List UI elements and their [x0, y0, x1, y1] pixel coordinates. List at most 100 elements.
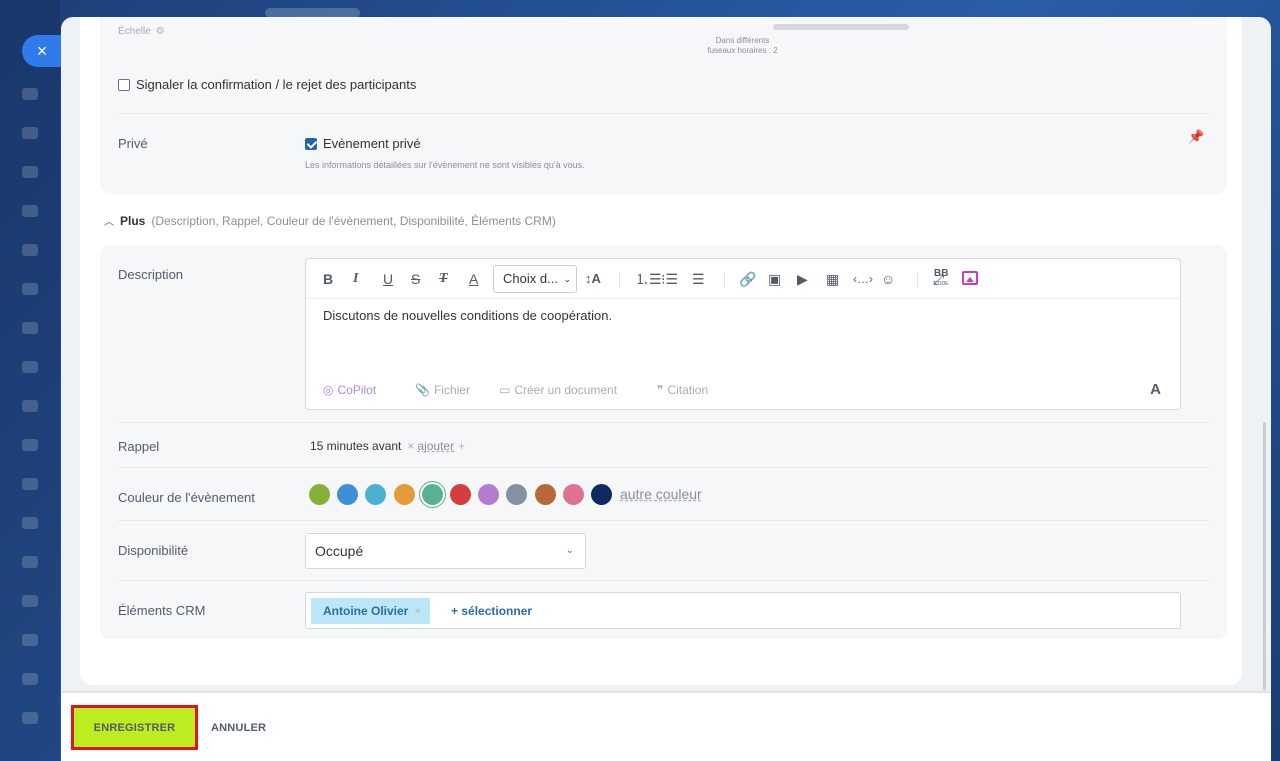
description-editor: B I U S T A Choix d... ⌄ ↕A ⒈☰ ⁝☰ ☰ 🔗 ▣ … [305, 258, 1181, 410]
chevron-up-icon: ︿ [104, 217, 114, 228]
color-swatch[interactable] [562, 484, 584, 505]
color-swatch[interactable] [478, 484, 500, 505]
font-select[interactable]: Choix d... ⌄ [493, 265, 577, 293]
settings-section: Échelle ⚙ Dans différents fuseaux horair… [100, 17, 1227, 194]
plus-icon[interactable]: + [458, 439, 465, 453]
checkbox-icon[interactable] [118, 79, 130, 91]
chevron-down-icon: ⌄ [565, 545, 574, 556]
underline-button[interactable]: U [383, 269, 393, 289]
scrollbar[interactable] [1263, 422, 1266, 690]
divider [118, 520, 1209, 521]
quote-label: Citation [667, 383, 709, 397]
reminder-text: 15 minutes avant [310, 439, 402, 453]
strikethrough-button[interactable]: S [411, 269, 420, 289]
notify-participants-checkbox[interactable]: Signaler la confirmation / le rejet des … [118, 77, 416, 92]
bold-button[interactable]: B [323, 269, 333, 289]
quote-button[interactable]: ❞ Citation [657, 383, 708, 397]
reminder-label: Rappel [118, 439, 160, 454]
bullet-list-icon[interactable]: ⁝☰ [661, 269, 678, 289]
divider [118, 422, 1209, 423]
scale-label-text: Échelle [118, 26, 151, 37]
create-document-button[interactable]: ▭ Créer un document [499, 383, 617, 397]
remove-tag-icon[interactable]: × [414, 604, 421, 618]
copilot-button[interactable]: ◎ CoPilot [323, 383, 376, 397]
table-icon[interactable]: ▦ [826, 269, 839, 289]
color-swatch[interactable] [450, 484, 471, 505]
copilot-label: CoPilot [337, 383, 377, 397]
color-swatch[interactable] [393, 484, 415, 505]
text-color-button[interactable]: A [469, 269, 478, 289]
private-hint: Les informations détaillées sur l'évènem… [305, 160, 585, 170]
file-label: Fichier [433, 383, 470, 397]
code-icon[interactable]: ‹…› [853, 269, 873, 289]
bbcode-label: BB [934, 268, 949, 279]
font-select-value: Choix d... [503, 271, 558, 286]
color-swatch[interactable] [337, 484, 359, 505]
private-event-checkbox[interactable]: Evènement privé [305, 136, 421, 151]
availability-label: Disponibilité [118, 543, 189, 558]
chevron-down-icon: ⌄ [563, 274, 571, 284]
timezone-note-line1: Dans différents [715, 36, 770, 45]
font-size-button[interactable]: ↕A [585, 269, 601, 289]
remove-reminder-icon[interactable]: × [407, 439, 414, 453]
scale-slider[interactable] [773, 24, 909, 30]
color-swatch[interactable] [534, 484, 556, 505]
reminder-value: 15 minutes avant × ajouter + [310, 439, 465, 453]
crm-tag[interactable]: Antoine Olivier × [311, 598, 431, 624]
image-icon[interactable]: ▣ [768, 269, 781, 289]
more-section: Description B I U S T A Choix d... ⌄ ↕A … [100, 245, 1227, 639]
more-toggle[interactable]: ︿ Plus (Description, Rappel, Couleur de l'… [104, 213, 556, 228]
color-swatch[interactable] [421, 484, 443, 505]
crm-select-link[interactable]: + sélectionner [451, 598, 532, 624]
left-app-menu [0, 0, 60, 761]
checkbox-checked-icon[interactable] [305, 138, 317, 150]
format-toggle-button[interactable]: A [1150, 381, 1161, 398]
timezone-note: Dans différents fuseaux horaires : 2 [690, 36, 795, 56]
event-edit-panel: Échelle ⚙ Dans différents fuseaux horair… [61, 17, 1271, 761]
color-swatch[interactable] [506, 484, 528, 505]
more-summary: (Description, Rappel, Couleur de l'évène… [151, 214, 556, 228]
divider [917, 273, 918, 287]
footer-bar: ENREGISTRER ANNULER [61, 693, 1271, 761]
crm-field[interactable]: Antoine Olivier × + sélectionner [305, 592, 1181, 629]
pin-icon[interactable]: 📌 [1188, 129, 1204, 145]
bbcode-icon[interactable]: BB CODE [934, 269, 948, 289]
timezone-note-line2: fuseaux horaires : 2 [707, 46, 778, 55]
color-swatch[interactable] [309, 484, 330, 505]
file-button[interactable]: 📎 Fichier [415, 383, 470, 397]
color-swatch[interactable] [365, 484, 387, 505]
event-form-card: Échelle ⚙ Dans différents fuseaux horair… [80, 17, 1242, 685]
save-button[interactable]: ENREGISTRER [71, 705, 198, 750]
private-event-label: Evènement privé [323, 136, 421, 151]
close-slider-button[interactable]: × [22, 35, 62, 67]
align-icon[interactable]: ☰ [692, 269, 705, 289]
clear-format-button[interactable]: T [439, 269, 448, 289]
document-icon: ▭ [499, 383, 511, 397]
video-icon[interactable]: ▶ [797, 269, 808, 289]
more-title: Plus [120, 214, 146, 228]
ai-image-icon[interactable] [962, 271, 978, 285]
emoji-icon[interactable]: ☺ [881, 269, 895, 289]
scale-label: Échelle ⚙ [118, 26, 165, 37]
copilot-icon: ◎ [323, 383, 334, 397]
color-swatch[interactable] [591, 484, 612, 505]
description-text[interactable]: Discutons de nouvelles conditions de coo… [323, 308, 612, 323]
close-icon: × [36, 41, 48, 61]
numbered-list-icon[interactable]: ⒈☰ [635, 269, 662, 289]
private-label: Privé [118, 136, 148, 151]
availability-select[interactable]: Occupé ⌄ [305, 533, 586, 569]
add-reminder-link[interactable]: ajouter [417, 439, 454, 453]
description-label: Description [118, 267, 184, 282]
crm-tag-label: Antoine Olivier [323, 604, 409, 618]
gear-icon[interactable]: ⚙ [156, 26, 165, 37]
divider [619, 273, 620, 287]
link-icon[interactable]: 🔗 [739, 269, 756, 289]
other-color-link[interactable]: autre couleur [620, 486, 702, 502]
divider [118, 113, 1209, 114]
divider [118, 580, 1209, 581]
event-color-label: Couleur de l'évènement [118, 490, 255, 505]
italic-button[interactable]: I [353, 269, 358, 289]
bbcode-sublabel: CODE [934, 281, 949, 287]
cancel-button[interactable]: ANNULER [211, 722, 266, 734]
create-document-label: Créer un document [514, 383, 618, 397]
